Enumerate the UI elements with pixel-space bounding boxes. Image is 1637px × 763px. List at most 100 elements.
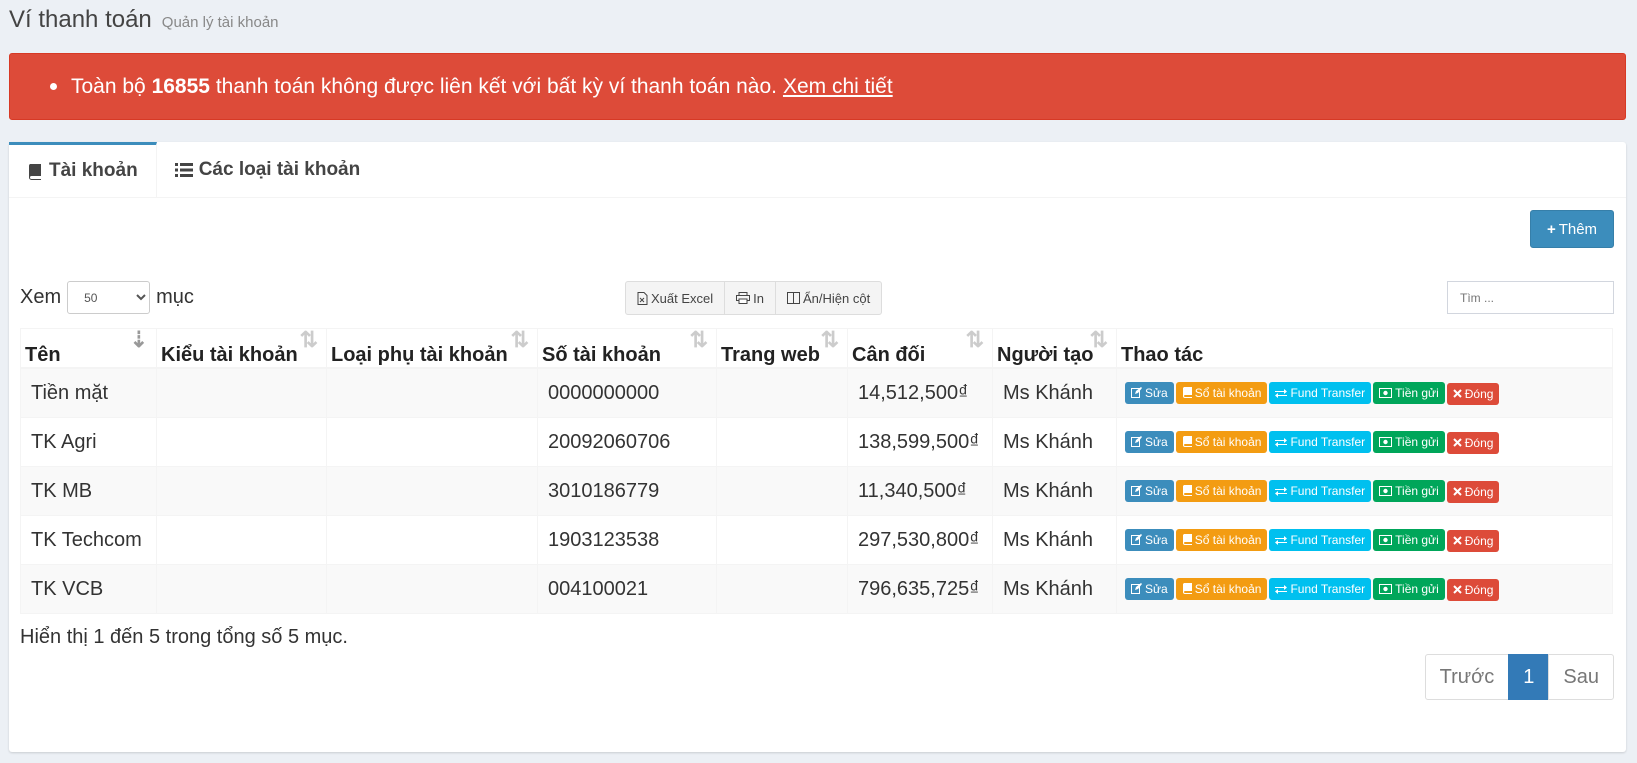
- column-header-account-type[interactable]: Kiểu tài khoản ⇅: [156, 327, 327, 369]
- edit-button-label: Sửa: [1145, 483, 1168, 498]
- ledger-button[interactable]: Sổ tài khoản: [1175, 528, 1268, 551]
- cell-sub-type: [326, 515, 538, 565]
- next-page-button[interactable]: Sau: [1548, 654, 1614, 700]
- fund-transfer-button-label: Fund Transfer: [1290, 386, 1366, 401]
- cell-name: TK Agri: [20, 417, 157, 467]
- close-account-button[interactable]: Đóng: [1446, 431, 1500, 454]
- money-icon: [1379, 486, 1393, 497]
- fund-transfer-button[interactable]: Fund Transfer: [1269, 480, 1372, 503]
- cell-name: TK VCB: [20, 564, 157, 614]
- cell-actions: Sửa Sổ tài khoản Fund Transfer Tiền gửi Đóng: [1116, 417, 1613, 467]
- add-account-button[interactable]: + Thêm: [1530, 210, 1614, 248]
- unlinked-payments-alert: Toàn bộ 16855 thanh toán không được liên…: [9, 53, 1626, 120]
- cell-website: [716, 466, 848, 516]
- ledger-button[interactable]: Sổ tài khoản: [1175, 577, 1268, 600]
- cell-actions: Sửa Sổ tài khoản Fund Transfer Tiền gửi Đóng: [1116, 367, 1613, 418]
- table-row: TK MB 3010186779 11,340,500₫ Ms Khánh Sửa Sổ …: [20, 466, 1613, 516]
- tab-accounts[interactable]: Tài khoản: [9, 142, 157, 197]
- table-info: Hiển thị 1 đến 5 trong tổng số 5 mục.: [20, 626, 348, 648]
- fund-transfer-button-label: Fund Transfer: [1290, 533, 1366, 548]
- cell-balance: 796,635,725₫: [847, 564, 993, 614]
- page-title: Ví thanh toán: [9, 6, 152, 33]
- cell-account-type: [156, 466, 327, 516]
- cell-website: [716, 417, 848, 467]
- column-header-website[interactable]: Trang web ⇅: [716, 327, 848, 369]
- edit-button[interactable]: Sửa: [1125, 577, 1174, 600]
- ledger-button-label: Sổ tài khoản: [1194, 483, 1262, 498]
- edit-button[interactable]: Sửa: [1125, 479, 1174, 502]
- column-header-sub-type[interactable]: Loại phụ tài khoản ⇅: [326, 327, 538, 369]
- close-account-button[interactable]: Đóng: [1446, 578, 1500, 601]
- tab-account-types[interactable]: Các loại tài khoản: [157, 142, 379, 197]
- cell-creator: Ms Khánh: [992, 564, 1117, 614]
- deposit-button[interactable]: Tiền gửi: [1373, 382, 1445, 405]
- cell-account-number: 20092060706: [537, 417, 717, 467]
- exchange-icon: [1275, 535, 1288, 546]
- fund-transfer-button[interactable]: Fund Transfer: [1269, 529, 1372, 552]
- ledger-button[interactable]: Sổ tài khoản: [1175, 479, 1268, 502]
- alert-count: 16855: [151, 74, 210, 98]
- sort-icon: ⇅: [510, 327, 529, 352]
- tabs: Tài khoản Các loại tài khoản: [9, 142, 1626, 198]
- table-body: Tiền mặt 0000000000 14,512,500₫ Ms Khánh Sửa…: [20, 367, 1613, 614]
- ledger-button-label: Sổ tài khoản: [1194, 385, 1262, 400]
- close-account-button-label: Đóng: [1464, 435, 1494, 450]
- close-account-button[interactable]: Đóng: [1446, 529, 1500, 552]
- add-button-label: Thêm: [1558, 220, 1598, 238]
- print-button[interactable]: In: [725, 282, 776, 314]
- deposit-button-label: Tiền gửi: [1395, 386, 1439, 401]
- page-1-button[interactable]: 1: [1508, 654, 1550, 700]
- toggle-columns-button[interactable]: Ẩn/Hiện cột: [776, 282, 881, 314]
- column-header-account-number[interactable]: Số tài khoản ⇅: [537, 327, 717, 369]
- column-header-creator[interactable]: Người tạo ⇅: [992, 327, 1117, 369]
- table-row: TK Agri 20092060706 138,599,500₫ Ms Khánh Sử…: [20, 417, 1613, 467]
- cell-creator: Ms Khánh: [992, 367, 1117, 418]
- deposit-button[interactable]: Tiền gửi: [1373, 529, 1445, 552]
- fund-transfer-button[interactable]: Fund Transfer: [1269, 578, 1372, 601]
- table-row: Tiền mặt 0000000000 14,512,500₫ Ms Khánh Sửa…: [20, 367, 1613, 418]
- edit-icon: [1131, 387, 1142, 399]
- alert-text-before: Toàn bộ: [71, 74, 146, 98]
- tab-account-types-label: Các loại tài khoản: [198, 158, 361, 180]
- fund-transfer-button-label: Fund Transfer: [1290, 582, 1366, 597]
- cell-account-number: 004100021: [537, 564, 717, 614]
- ledger-button[interactable]: Sổ tài khoản: [1175, 430, 1268, 453]
- export-buttons: Xuất Excel In Ẩn/Hiện cột: [625, 281, 883, 315]
- close-icon: [1453, 389, 1462, 398]
- previous-page-button[interactable]: Trước: [1424, 654, 1510, 700]
- view-details-link[interactable]: Xem chi tiết: [783, 75, 893, 99]
- fund-transfer-button[interactable]: Fund Transfer: [1269, 431, 1372, 454]
- deposit-button[interactable]: Tiền gửi: [1373, 578, 1445, 601]
- deposit-button[interactable]: Tiền gửi: [1373, 480, 1445, 503]
- close-account-button[interactable]: Đóng: [1446, 382, 1500, 405]
- column-header-balance[interactable]: Cân đối ⇅: [847, 327, 993, 369]
- edit-button[interactable]: Sửa: [1125, 528, 1174, 551]
- excel-file-icon: [637, 291, 648, 305]
- tab-accounts-label: Tài khoản: [49, 160, 138, 181]
- fund-transfer-button[interactable]: Fund Transfer: [1269, 382, 1372, 405]
- bullet: [50, 83, 57, 90]
- cell-creator: Ms Khánh: [992, 417, 1117, 467]
- cell-actions: Sửa Sổ tài khoản Fund Transfer Tiền gửi Đóng: [1116, 466, 1613, 516]
- export-excel-button[interactable]: Xuất Excel: [626, 282, 726, 314]
- close-account-button[interactable]: Đóng: [1446, 480, 1500, 503]
- edit-icon: [1131, 534, 1142, 546]
- ledger-button[interactable]: Sổ tài khoản: [1175, 381, 1268, 404]
- money-icon: [1379, 584, 1393, 595]
- cell-sub-type: [326, 564, 538, 614]
- plus-icon: +: [1546, 220, 1556, 238]
- cell-sub-type: [326, 466, 538, 516]
- cell-balance: 297,530,800₫: [847, 515, 993, 565]
- edit-button-label: Sửa: [1145, 532, 1168, 547]
- edit-button[interactable]: Sửa: [1125, 381, 1174, 404]
- accounts-box: Tài khoản Các loại tài khoản + Thêm Xem …: [9, 142, 1626, 752]
- sort-asc-icon: ⇣: [129, 327, 148, 352]
- sort-icon: ⇅: [820, 327, 839, 352]
- column-header-name[interactable]: Tên ⇣: [20, 327, 157, 369]
- table-header-row: Tên ⇣ Kiểu tài khoản ⇅ Loại phụ tài khoản ⇅…: [20, 327, 1613, 369]
- close-account-button-label: Đóng: [1464, 484, 1494, 499]
- page-length-select[interactable]: 50: [67, 281, 151, 314]
- edit-button[interactable]: Sửa: [1125, 430, 1174, 453]
- deposit-button[interactable]: Tiền gửi: [1373, 431, 1445, 454]
- search-input[interactable]: [1447, 281, 1614, 314]
